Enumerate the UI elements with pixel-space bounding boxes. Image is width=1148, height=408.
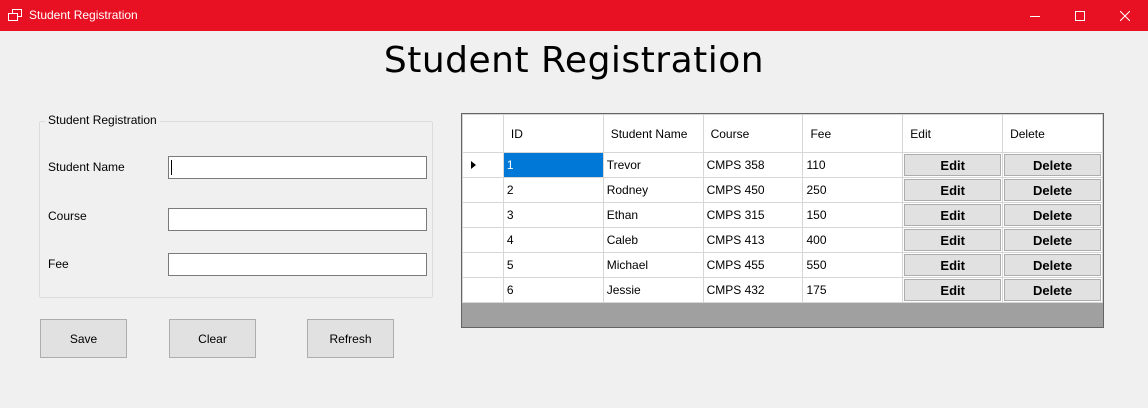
cell-fee[interactable]: 250 [802, 177, 904, 203]
student-name-label: Student Name [48, 160, 125, 174]
cell-fee[interactable]: 150 [802, 202, 904, 228]
row-header[interactable] [462, 227, 504, 253]
column-header-course[interactable]: Course [702, 114, 804, 153]
table-row[interactable]: 3 Ethan CMPS 315 150 Edit Delete [462, 202, 1103, 228]
minimize-icon [1030, 15, 1040, 17]
text-caret [171, 160, 172, 175]
cell-student-name[interactable]: Michael [602, 252, 704, 278]
cell-course[interactable]: CMPS 413 [702, 227, 804, 253]
maximize-icon [1075, 10, 1085, 21]
delete-button[interactable]: Delete [1004, 254, 1101, 276]
cell-delete: Delete [1002, 252, 1103, 278]
close-icon [1120, 10, 1130, 21]
cell-edit: Edit [902, 252, 1004, 278]
close-button[interactable] [1102, 0, 1148, 31]
row-header[interactable] [462, 152, 504, 178]
course-label: Course [48, 209, 87, 223]
cell-delete: Delete [1002, 202, 1103, 228]
clear-button[interactable]: Clear [169, 319, 256, 358]
delete-button[interactable]: Delete [1004, 229, 1101, 251]
students-table: ID Student Name Course Fee Edit Delete 1… [462, 114, 1103, 303]
cell-edit: Edit [902, 177, 1004, 203]
save-button[interactable]: Save [40, 319, 127, 358]
cell-delete: Delete [1002, 177, 1103, 203]
row-header-corner [462, 114, 504, 153]
row-header[interactable] [462, 252, 504, 278]
cell-delete: Delete [1002, 277, 1103, 303]
cell-id[interactable]: 1 [502, 152, 604, 178]
column-header-fee[interactable]: Fee [802, 114, 904, 153]
cell-fee[interactable]: 400 [802, 227, 904, 253]
row-header[interactable] [462, 277, 504, 303]
fee-input[interactable] [168, 253, 427, 276]
delete-button[interactable]: Delete [1004, 179, 1101, 201]
fee-label: Fee [48, 257, 69, 271]
cell-delete: Delete [1002, 152, 1103, 178]
page-title: Student Registration [383, 40, 765, 81]
column-header-id[interactable]: ID [502, 114, 604, 153]
cell-edit: Edit [902, 202, 1004, 228]
minimize-button[interactable] [1012, 0, 1058, 31]
course-input[interactable] [168, 208, 427, 231]
edit-button[interactable]: Edit [904, 179, 1002, 201]
students-grid[interactable]: ID Student Name Course Fee Edit Delete 1… [461, 113, 1104, 328]
table-row[interactable]: 5 Michael CMPS 455 550 Edit Delete [462, 252, 1103, 278]
cell-student-name[interactable]: Caleb [602, 227, 704, 253]
delete-button[interactable]: Delete [1004, 279, 1101, 301]
row-header[interactable] [462, 202, 504, 228]
column-header-delete[interactable]: Delete [1002, 114, 1103, 153]
cell-fee[interactable]: 175 [802, 277, 904, 303]
edit-button[interactable]: Edit [904, 204, 1002, 226]
cell-edit: Edit [902, 152, 1004, 178]
cell-id[interactable]: 5 [502, 252, 604, 278]
delete-button[interactable]: Delete [1004, 154, 1101, 176]
cell-course[interactable]: CMPS 358 [702, 152, 804, 178]
cell-course[interactable]: CMPS 455 [702, 252, 804, 278]
cell-course[interactable]: CMPS 432 [702, 277, 804, 303]
grid-header-row: ID Student Name Course Fee Edit Delete [462, 114, 1103, 153]
row-header[interactable] [462, 177, 504, 203]
cell-student-name[interactable]: Ethan [602, 202, 704, 228]
app-window-icon [8, 9, 22, 21]
table-row[interactable]: 6 Jessie CMPS 432 175 Edit Delete [462, 277, 1103, 303]
cell-id[interactable]: 4 [502, 227, 604, 253]
window-title: Student Registration [29, 8, 138, 22]
cell-student-name[interactable]: Jessie [602, 277, 704, 303]
table-row[interactable]: 1 Trevor CMPS 358 110 Edit Delete [462, 152, 1103, 178]
refresh-button[interactable]: Refresh [307, 319, 394, 358]
student-name-input[interactable] [168, 156, 427, 179]
cell-delete: Delete [1002, 227, 1103, 253]
column-header-student-name[interactable]: Student Name [602, 114, 704, 153]
current-row-arrow-icon [471, 161, 476, 169]
delete-button[interactable]: Delete [1004, 204, 1101, 226]
cell-fee[interactable]: 550 [802, 252, 904, 278]
column-header-edit[interactable]: Edit [902, 114, 1004, 153]
edit-button[interactable]: Edit [904, 229, 1002, 251]
cell-student-name[interactable]: Trevor [602, 152, 704, 178]
edit-button[interactable]: Edit [904, 154, 1002, 176]
cell-edit: Edit [902, 277, 1004, 303]
edit-button[interactable]: Edit [904, 279, 1002, 301]
cell-student-name[interactable]: Rodney [602, 177, 704, 203]
cell-id[interactable]: 3 [502, 202, 604, 228]
table-row[interactable]: 2 Rodney CMPS 450 250 Edit Delete [462, 177, 1103, 203]
title-bar: Student Registration [0, 0, 1148, 31]
cell-course[interactable]: CMPS 315 [702, 202, 804, 228]
edit-button[interactable]: Edit [904, 254, 1002, 276]
cell-fee[interactable]: 110 [802, 152, 904, 178]
cell-id[interactable]: 2 [502, 177, 604, 203]
cell-id[interactable]: 6 [502, 277, 604, 303]
table-row[interactable]: 4 Caleb CMPS 413 400 Edit Delete [462, 227, 1103, 253]
cell-edit: Edit [902, 227, 1004, 253]
cell-course[interactable]: CMPS 450 [702, 177, 804, 203]
groupbox-label: Student Registration [45, 113, 160, 127]
maximize-button[interactable] [1057, 0, 1103, 31]
